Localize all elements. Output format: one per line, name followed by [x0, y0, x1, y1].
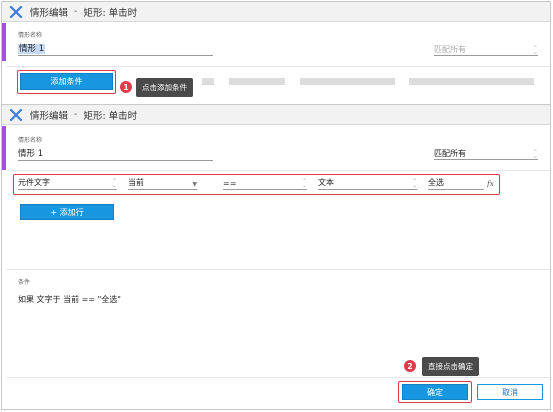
annotation-tooltip-2: 直接点击确定 [422, 357, 479, 376]
condition-value-input[interactable]: 全选 [428, 178, 484, 190]
top-case-name-label: 情形名称 [18, 32, 43, 39]
add-row-button[interactable]: + 添加行 [20, 204, 114, 220]
main-accent-bar [2, 126, 6, 170]
top-dialog-subtitle: 矩形: 单击时 [83, 7, 138, 19]
title-separator: - [74, 6, 78, 17]
main-case-editor-dialog: 情形编辑 - 矩形: 单击时 情形名称 情形 1 匹配所有 ⌃ ⌄ 元件文字 ⌃ ⌄… [1, 104, 551, 410]
title-separator: - [74, 109, 78, 120]
updown-icon: ⌃ ⌄ [532, 45, 538, 56]
condition-operator-select[interactable]: == ⌃ ⌄ [223, 178, 307, 190]
main-case-name-label: 情形名称 [18, 137, 43, 144]
condition-section-label: 条件 [18, 279, 31, 286]
updown-icon: ⌃ ⌄ [111, 178, 117, 189]
ok-button[interactable]: 确定 [402, 384, 468, 400]
updown-icon: ⌃ ⌄ [411, 178, 417, 189]
top-case-editor-dialog: 情形编辑 - 矩形: 单击时 情形名称 情形 1 匹配所有 ⌃ ⌄ 添加条件 1 … [1, 1, 551, 105]
condition-target-value: 当前 [128, 178, 144, 187]
fx-icon: fx [487, 179, 495, 188]
main-dialog-titlebar: 情形编辑 - 矩形: 单击时 [2, 105, 550, 125]
placeholder-bar [409, 78, 534, 85]
condition-operator-value: == [223, 179, 237, 188]
placeholder-bar [229, 78, 285, 85]
placeholder-bar [202, 78, 214, 85]
annotation-badge-2: 2 [404, 360, 416, 372]
annotation-badge-1: 1 [120, 81, 132, 93]
updown-icon: ⌃ ⌄ [532, 149, 538, 160]
main-case-name-value: 情形 1 [18, 149, 44, 159]
add-condition-button[interactable]: 添加条件 [20, 73, 113, 90]
condition-type-value: 元件文字 [18, 178, 50, 187]
condition-value-text: 全选 [428, 178, 444, 187]
footer-divider [6, 377, 550, 378]
conditions-divider [6, 269, 550, 270]
chevron-down-icon: ▼ [192, 181, 197, 188]
main-divider [6, 170, 550, 171]
axure-logo-icon [10, 5, 22, 18]
top-divider [6, 66, 550, 67]
condition-summary-text: 如果 文字于 当前 == "全选" [18, 295, 121, 304]
top-case-name-input[interactable]: 情形 1 [18, 42, 213, 56]
main-match-select[interactable]: 匹配所有 ⌃ ⌄ [434, 147, 538, 160]
condition-target-select[interactable]: 当前 ▼ [128, 178, 197, 190]
top-dialog-title: 情形编辑 [30, 7, 69, 19]
top-case-name-value: 情形 1 [18, 44, 46, 54]
placeholder-bar [300, 78, 395, 85]
updown-icon: ⌃ ⌄ [301, 178, 307, 189]
cancel-button[interactable]: 取消 [477, 384, 543, 400]
main-dialog-title: 情形编辑 [30, 110, 69, 122]
annotation-tooltip-1: 点击添加条件 [136, 78, 193, 97]
main-dialog-subtitle: 矩形: 单击时 [83, 110, 138, 122]
condition-type-select[interactable]: 元件文字 ⌃ ⌄ [18, 178, 117, 190]
top-dialog-titlebar: 情形编辑 - 矩形: 单击时 [2, 2, 550, 22]
top-match-select[interactable]: 匹配所有 ⌃ ⌄ [434, 44, 538, 56]
main-case-name-input[interactable]: 情形 1 [18, 147, 213, 161]
condition-value-type-select[interactable]: 文本 ⌃ ⌄ [318, 178, 417, 190]
fx-button[interactable]: fx [487, 179, 497, 191]
axure-logo-icon [10, 108, 22, 121]
main-match-value: 匹配所有 [434, 149, 466, 158]
top-match-value: 匹配所有 [434, 45, 466, 54]
top-accent-bar [2, 23, 6, 61]
condition-value-type-value: 文本 [318, 178, 334, 187]
